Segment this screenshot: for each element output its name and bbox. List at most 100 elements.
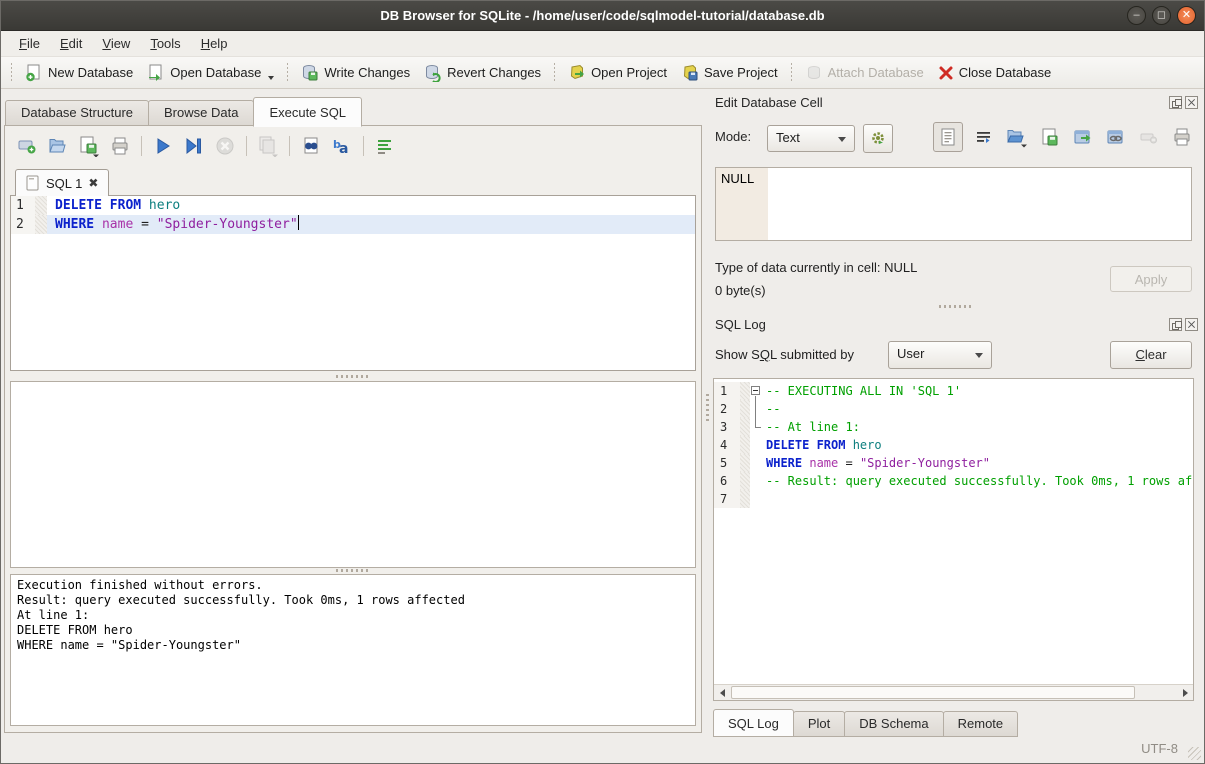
- exec-log-line: Execution finished without errors.: [17, 578, 689, 593]
- cell-edit-area[interactable]: [768, 168, 1191, 240]
- close-dock-icon[interactable]: [1185, 96, 1198, 109]
- write-changes-button[interactable]: Write Changes: [294, 60, 417, 86]
- left-panel: Database Structure Browse Data Execute S…: [1, 89, 705, 764]
- open-database-icon: [147, 64, 165, 82]
- cell-word-wrap-icon[interactable]: [972, 125, 996, 149]
- clear-log-button[interactable]: Clear: [1110, 341, 1192, 369]
- mode-label: Mode:: [715, 129, 751, 144]
- menu-view[interactable]: View: [92, 32, 140, 55]
- menu-help[interactable]: Help: [191, 32, 238, 55]
- main-toolbar: New Database Open Database Write Changes…: [1, 57, 1204, 89]
- app-window: DB Browser for SQLite - /home/user/code/…: [0, 0, 1205, 764]
- edit-cell-title: Edit Database Cell: [715, 95, 823, 110]
- line-number: 1: [11, 196, 35, 215]
- new-database-icon: [25, 64, 43, 82]
- menu-edit[interactable]: Edit: [50, 32, 92, 55]
- log-line: 1 -- EXECUTING ALL IN 'SQL 1': [714, 382, 1193, 400]
- exec-log-line: At line 1:: [17, 608, 689, 623]
- exec-log-line: Result: query executed successfully. Too…: [17, 593, 689, 608]
- text-mode-icon[interactable]: [933, 122, 963, 152]
- save-results-icon: [256, 134, 280, 158]
- open-database-dropdown-icon[interactable]: [268, 76, 274, 80]
- right-panel: Edit Database Cell Mode: Text NULL Type …: [705, 89, 1205, 764]
- apply-format-button[interactable]: [863, 124, 893, 153]
- new-database-button[interactable]: New Database: [18, 60, 140, 86]
- open-database-button[interactable]: Open Database: [140, 60, 281, 86]
- panel-splitter-handle[interactable]: [706, 394, 709, 422]
- auto-format-icon[interactable]: ba: [330, 134, 354, 158]
- copy-link-icon[interactable]: [1104, 125, 1128, 149]
- execute-sql-pane: ba SQL 1 ✖ 1 DELETE FROM hero: [4, 125, 702, 733]
- cell-editor-toolbar: [933, 122, 1194, 152]
- open-in-external-icon[interactable]: [1071, 125, 1095, 149]
- splitter-handle[interactable]: [336, 375, 370, 378]
- title-bar: DB Browser for SQLite - /home/user/code/…: [1, 1, 1204, 31]
- marker-margin: [35, 215, 47, 234]
- cell-value-editor[interactable]: NULL: [715, 167, 1192, 241]
- revert-changes-icon: [424, 64, 442, 82]
- log-line: 6 -- Result: query executed successfully…: [714, 472, 1193, 490]
- cell-value: NULL: [716, 168, 768, 240]
- results-pane[interactable]: [10, 381, 696, 568]
- open-sql-file-icon[interactable]: [46, 134, 70, 158]
- log-line: 7: [714, 490, 1193, 508]
- find-replace-icon[interactable]: [299, 134, 323, 158]
- import-cell-data-icon[interactable]: [1005, 125, 1029, 149]
- sql-file-tab[interactable]: SQL 1 ✖: [15, 169, 109, 196]
- sql-file-tab-bar: SQL 1 ✖: [9, 166, 697, 195]
- print-cell-icon[interactable]: [1170, 125, 1194, 149]
- encoding-indicator[interactable]: UTF-8: [1141, 741, 1178, 756]
- close-sql-tab-icon[interactable]: ✖: [88, 176, 98, 190]
- exec-log-line: WHERE name = "Spider-Youngster": [17, 638, 689, 653]
- float-dock-icon[interactable]: [1169, 318, 1182, 331]
- splitter-handle[interactable]: [336, 569, 370, 572]
- marker-margin: [35, 196, 47, 215]
- write-changes-icon: [301, 64, 319, 82]
- export-cell-data-icon[interactable]: [1038, 125, 1062, 149]
- splitter-handle[interactable]: [939, 305, 973, 308]
- close-icon[interactable]: ✕: [1177, 6, 1196, 25]
- log-line: 3 -- At line 1:: [714, 418, 1193, 436]
- toolbar-separator: [289, 136, 290, 156]
- set-null-icon: [1137, 125, 1161, 149]
- save-project-icon: [681, 64, 699, 82]
- resize-grip[interactable]: [1188, 747, 1201, 760]
- fold-collapse-icon[interactable]: [750, 382, 766, 400]
- sql-editor[interactable]: 1 DELETE FROM hero 2 WHERE name = "Spide…: [10, 195, 696, 371]
- apply-button: Apply: [1110, 266, 1192, 292]
- scroll-right-icon[interactable]: [1177, 685, 1193, 700]
- save-sql-file-icon[interactable]: [77, 134, 101, 158]
- execution-message-pane[interactable]: Execution finished without errors.Result…: [10, 574, 696, 726]
- attach-database-icon: [805, 64, 823, 82]
- close-database-button[interactable]: Close Database: [931, 61, 1059, 85]
- menu-file[interactable]: File: [9, 32, 50, 55]
- new-sql-tab-icon[interactable]: [15, 134, 39, 158]
- save-project-button[interactable]: Save Project: [674, 60, 785, 86]
- minimize-icon[interactable]: –: [1127, 6, 1146, 25]
- editor-line: 1 DELETE FROM hero: [11, 196, 695, 215]
- sql-log-viewer[interactable]: 1 -- EXECUTING ALL IN 'SQL 1' 2 -- 3 -- …: [713, 378, 1194, 701]
- scroll-left-icon[interactable]: [714, 685, 730, 700]
- tab-execute-sql[interactable]: Execute SQL: [253, 97, 362, 127]
- print-sql-icon[interactable]: [108, 134, 132, 158]
- dock-buttons: [1169, 318, 1198, 331]
- maximize-icon[interactable]: ◻: [1152, 6, 1171, 25]
- tab-browse-data[interactable]: Browse Data: [148, 100, 254, 126]
- sql-log-filter-select[interactable]: User: [888, 341, 992, 369]
- execute-current-line-icon[interactable]: [182, 134, 206, 158]
- mode-select[interactable]: Text: [767, 125, 855, 152]
- execute-all-icon[interactable]: [151, 134, 175, 158]
- word-wrap-icon[interactable]: [373, 134, 397, 158]
- horizontal-scrollbar[interactable]: [714, 684, 1193, 700]
- scrollbar-thumb[interactable]: [731, 686, 1135, 699]
- sql-log-filter-label: Show SQL submitted by: [715, 347, 854, 362]
- cell-type-info: Type of data currently in cell: NULL: [715, 260, 917, 275]
- status-bar: UTF-8: [1, 733, 1204, 763]
- float-dock-icon[interactable]: [1169, 96, 1182, 109]
- attach-database-button: Attach Database: [798, 60, 931, 86]
- open-project-button[interactable]: Open Project: [561, 60, 674, 86]
- close-dock-icon[interactable]: [1185, 318, 1198, 331]
- revert-changes-button[interactable]: Revert Changes: [417, 60, 548, 86]
- menu-tools[interactable]: Tools: [140, 32, 190, 55]
- tab-database-structure[interactable]: Database Structure: [5, 100, 149, 126]
